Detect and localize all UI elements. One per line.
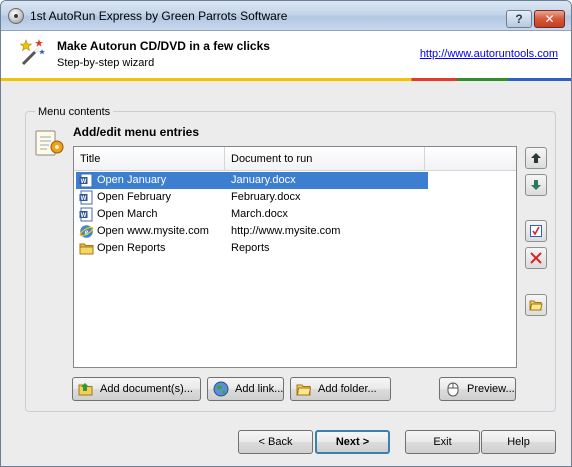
back-button[interactable]: < Back bbox=[238, 430, 313, 454]
preview-button[interactable]: Preview... bbox=[439, 377, 516, 401]
list-item[interactable]: W Open February February.docx bbox=[76, 189, 428, 206]
edit-entry-icon bbox=[530, 225, 542, 237]
move-down-icon bbox=[531, 180, 541, 190]
cell-document: http://www.mysite.com bbox=[231, 225, 341, 237]
add-document-icon bbox=[78, 383, 93, 396]
magic-wand-icon bbox=[19, 39, 45, 66]
help-button[interactable]: Help bbox=[481, 430, 556, 454]
open-folder-icon bbox=[529, 300, 543, 311]
svg-text:W: W bbox=[81, 196, 87, 202]
add-documents-button[interactable]: Add document(s)... bbox=[72, 377, 201, 401]
column-header-document[interactable]: Document to run bbox=[225, 147, 425, 171]
banner-title: Make Autorun CD/DVD in a few clicks bbox=[57, 39, 270, 53]
app-cd-icon bbox=[8, 8, 24, 24]
add-documents-label: Add document(s)... bbox=[100, 383, 193, 395]
svg-text:W: W bbox=[81, 179, 87, 185]
group-label: Menu contents bbox=[35, 106, 114, 118]
title-bar[interactable]: 1st AutoRun Express by Green Parrots Sof… bbox=[1, 1, 571, 31]
menu-entries-icon bbox=[35, 130, 64, 156]
add-folder-label: Add folder... bbox=[318, 383, 377, 395]
menu-entries-list[interactable]: Title Document to run W Open January Janua… bbox=[73, 146, 517, 368]
cell-title: Open March bbox=[97, 208, 158, 220]
color-strip-divider bbox=[1, 78, 571, 81]
list-item[interactable]: Open Reports Reports bbox=[76, 240, 428, 257]
delete-entry-icon bbox=[530, 252, 542, 264]
open-folder-button[interactable] bbox=[525, 294, 547, 316]
word-doc-icon: W bbox=[79, 173, 94, 188]
word-doc-icon: W bbox=[79, 190, 94, 205]
cell-title: Open www.mysite.com bbox=[97, 225, 209, 237]
exit-button[interactable]: Exit bbox=[405, 430, 480, 454]
list-item[interactable]: W Open March March.docx bbox=[76, 206, 428, 223]
window-title: 1st AutoRun Express by Green Parrots Sof… bbox=[30, 9, 288, 23]
move-down-button[interactable] bbox=[525, 174, 547, 196]
cell-title: Open January bbox=[97, 174, 167, 186]
section-title: Add/edit menu entries bbox=[73, 125, 200, 139]
svg-text:W: W bbox=[81, 213, 87, 219]
help-titlebar-button[interactable]: ? bbox=[506, 10, 532, 28]
add-folder-button[interactable]: Add folder... bbox=[290, 377, 391, 401]
next-button[interactable]: Next > bbox=[315, 430, 390, 454]
word-doc-icon: W bbox=[79, 207, 94, 222]
cell-document: March.docx bbox=[231, 208, 288, 220]
cell-title: Open Reports bbox=[97, 242, 166, 254]
list-rows: W Open January January.docx W Open February F… bbox=[74, 172, 516, 257]
cell-document: January.docx bbox=[231, 174, 296, 186]
list-item[interactable]: W Open January January.docx bbox=[76, 172, 428, 189]
close-window-button[interactable]: ✕ bbox=[534, 10, 565, 28]
add-link-label: Add link... bbox=[235, 383, 284, 395]
header-banner: Make Autorun CD/DVD in a few clicks Step… bbox=[1, 31, 571, 79]
edit-entry-button[interactable] bbox=[525, 220, 547, 242]
move-up-button[interactable] bbox=[525, 147, 547, 169]
svg-text:e: e bbox=[85, 228, 89, 237]
delete-entry-button[interactable] bbox=[525, 247, 547, 269]
globe-icon bbox=[213, 381, 229, 397]
main-window: 1st AutoRun Express by Green Parrots Sof… bbox=[0, 0, 572, 467]
preview-label: Preview... bbox=[467, 383, 515, 395]
cell-title: Open February bbox=[97, 191, 171, 203]
list-item[interactable]: e Open www.mysite.com http://www.mysite.co… bbox=[76, 223, 428, 240]
add-folder-icon bbox=[296, 384, 312, 396]
banner-subtitle: Step-by-step wizard bbox=[57, 57, 155, 69]
cell-document: Reports bbox=[231, 242, 270, 254]
mouse-icon bbox=[447, 382, 459, 397]
website-link[interactable]: http://www.autoruntools.com bbox=[420, 48, 558, 60]
list-header: Title Document to run bbox=[74, 147, 516, 171]
folder-icon bbox=[79, 241, 94, 256]
move-up-icon bbox=[531, 153, 541, 163]
add-link-button[interactable]: Add link... bbox=[207, 377, 284, 401]
cell-document: February.docx bbox=[231, 191, 301, 203]
column-header-title[interactable]: Title bbox=[74, 147, 225, 171]
internet-explorer-icon: e bbox=[79, 224, 94, 239]
